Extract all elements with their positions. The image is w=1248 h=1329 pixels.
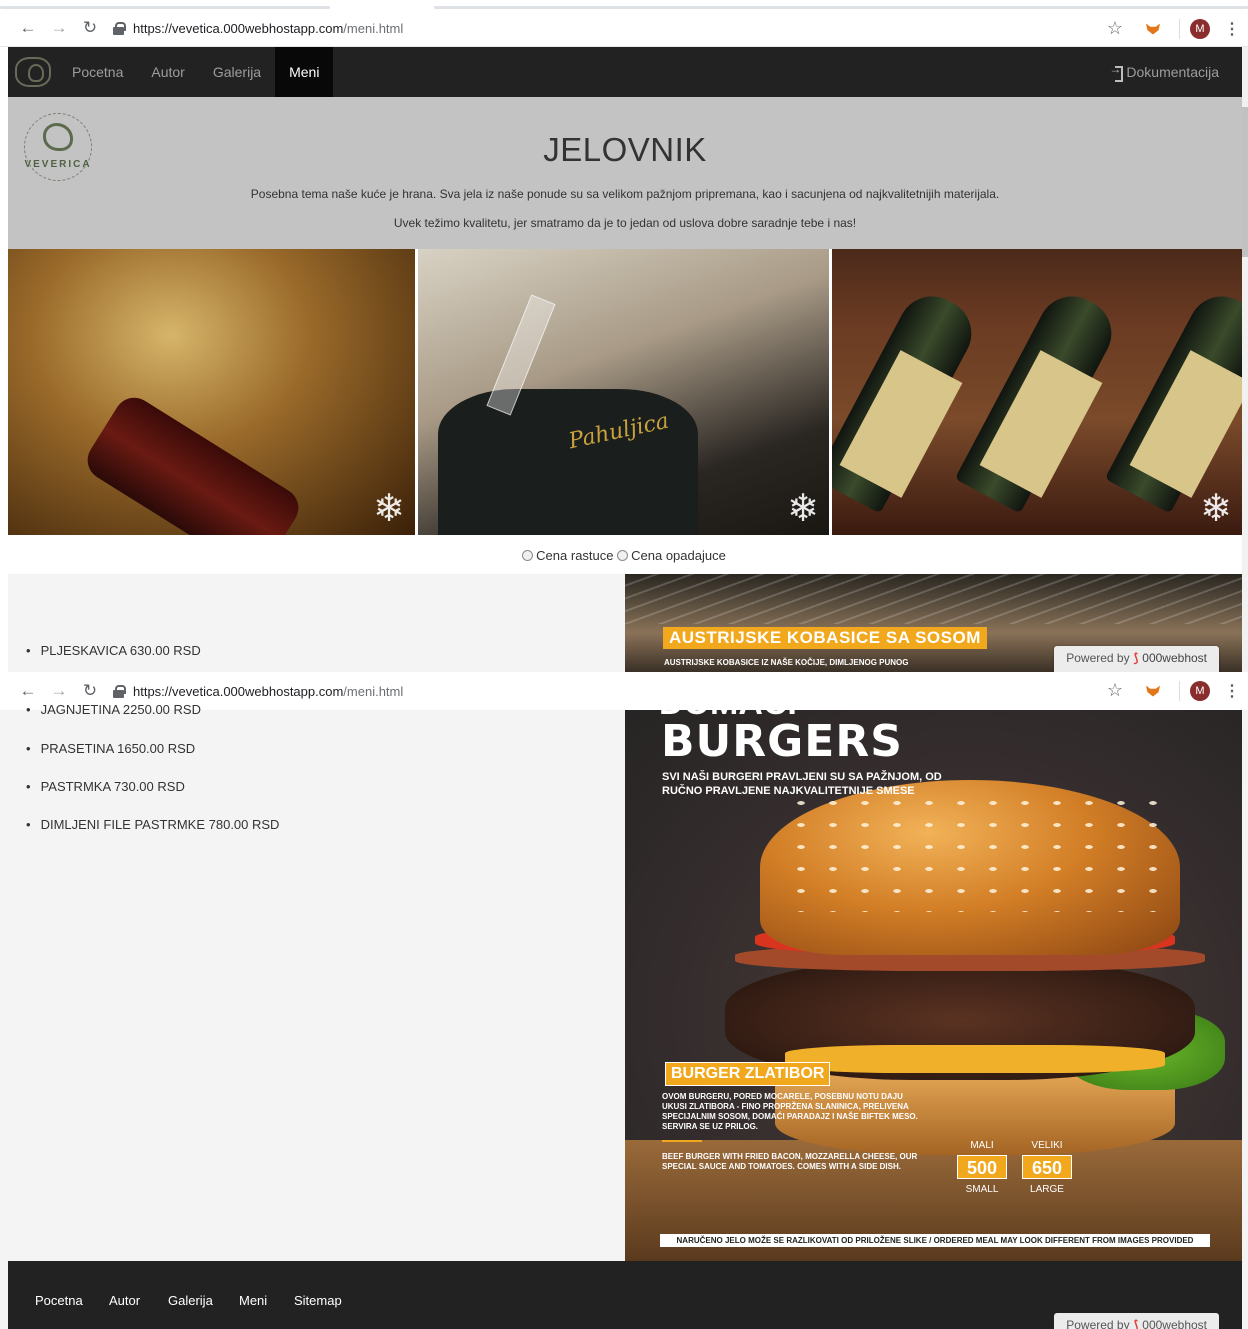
powered-prefix: Powered by	[1066, 651, 1130, 665]
price-sort: Cena rastuce Cena opadajuce	[0, 535, 1248, 575]
scrollbar[interactable]	[1242, 47, 1248, 672]
nav-pocetna[interactable]: Pocetna	[58, 47, 137, 97]
nav-meni[interactable]: Meni	[275, 47, 334, 97]
price-small: 500	[957, 1155, 1007, 1179]
kobasice-title: AUSTRIJSKE KOBASICE SA SOSOM	[663, 627, 987, 649]
site-footer: Pocetna Autor Galerija Meni Sitemap Powe…	[8, 1261, 1242, 1329]
forward-icon[interactable]: →	[48, 17, 70, 39]
url-path: /meni.html	[343, 20, 404, 36]
burger-desc-sr: OVOM BURGERU, PORED MOCARELE, POSEBNU NO…	[662, 1092, 918, 1131]
burger-desc-en: BEEF BURGER WITH FRIED BACON, MOZZARELLA…	[662, 1152, 918, 1171]
lock-icon	[113, 21, 126, 35]
profile-avatar[interactable]: M	[1190, 18, 1210, 39]
kobasice-banner: AUSTRIJSKE KOBASICE SA SOSOM AUSTRIJSKE …	[625, 574, 1242, 672]
menu-item: PASTRMKA 730.00 RSD	[26, 779, 185, 794]
bookmark-star-icon[interactable]: ☆	[1107, 680, 1123, 701]
hero-line-1: Posebna tema naše kuće je hrana. Sva jel…	[250, 187, 1000, 201]
sort-desc-radio[interactable]	[617, 550, 629, 561]
menu-item: DIMLJENI FILE PASTRMKE 780.00 RSD	[26, 817, 280, 832]
sort-desc-label[interactable]: Cena opadajuce	[631, 548, 726, 563]
wine-bottles-photo: ❄	[832, 249, 1242, 535]
burger-name: BURGER ZLATIBOR	[665, 1062, 831, 1086]
footer-pocetna[interactable]: Pocetna	[35, 1293, 83, 1308]
screenshot-top: ← → ↻ https://vevetica.000webhostapp.com…	[0, 0, 1248, 672]
browser-menu-icon[interactable]: ⋮	[1224, 19, 1240, 39]
squirrel-icon	[43, 123, 73, 151]
price-large: 650	[1022, 1155, 1072, 1179]
lock-icon	[113, 684, 126, 698]
reload-icon[interactable]: ↻	[79, 680, 101, 702]
forward-icon[interactable]: →	[48, 680, 70, 702]
size-large-sr: VELIKI	[1031, 1140, 1063, 1151]
metamask-extension-icon[interactable]	[1145, 21, 1161, 37]
url-host: https://vevetica.000webhostapp.com	[133, 683, 344, 699]
veverica-logo: VEVERICA	[16, 107, 100, 191]
footer-sitemap[interactable]: Sitemap	[294, 1293, 342, 1308]
powered-brand: 000webhost	[1142, 1318, 1207, 1329]
nav-dokumentacija[interactable]: Dokumentacija	[1109, 62, 1219, 82]
hero-line-2: Uvek težimo kvalitetu, jer smatramo da j…	[393, 216, 857, 230]
menu-item: JAGNJETINA 2250.00 RSD	[26, 702, 201, 717]
wine-bottle-photo: ❄	[8, 249, 415, 535]
tab-strip	[0, 0, 1248, 10]
footer-meni[interactable]: Meni	[239, 1293, 267, 1308]
url-path: /meni.html	[343, 683, 404, 699]
back-icon[interactable]: ←	[17, 680, 39, 702]
size-large-en: LARGE	[1030, 1184, 1064, 1195]
powered-brand: 000webhost	[1142, 651, 1207, 665]
nav-galerija[interactable]: Galerija	[199, 47, 275, 97]
reload-icon[interactable]: ↻	[79, 17, 101, 39]
menu-section-continued: JAGNJETINA 2250.00 RSD PRASETINA 1650.00…	[8, 702, 1242, 1261]
logo-name: VEVERICA	[24, 159, 92, 170]
url-field[interactable]: https://vevetica.000webhostapp.com/meni.…	[113, 684, 403, 699]
url-host: https://vevetica.000webhostapp.com	[133, 20, 344, 36]
profile-avatar[interactable]: M	[1190, 680, 1210, 701]
kobasice-subtitle: AUSTRIJSKE KOBASICE IZ NAŠE KOČIJE, DIML…	[664, 658, 909, 667]
brand-logo[interactable]	[8, 47, 58, 97]
url-field[interactable]: https://vevetica.000webhostapp.com/meni.…	[113, 21, 403, 36]
page-title: JELOVNIK	[543, 131, 707, 168]
snowflake-icon: ❄	[787, 488, 819, 530]
photo-gallery: ❄ Pahuljica ❄ ❄	[8, 249, 1242, 535]
hero-jumbotron: VEVERICA JELOVNIK Posebna tema naše kuće…	[8, 97, 1242, 249]
burger-banner: DOMACI BURGERS SVI NAŠI BURGERI PRAVLJEN…	[625, 710, 1242, 1261]
metamask-extension-icon[interactable]	[1145, 683, 1161, 699]
size-small-en: SMALL	[965, 1184, 999, 1195]
login-icon	[1109, 62, 1124, 82]
screenshot-bottom: ← → ↻ https://vevetica.000webhostapp.com…	[0, 672, 1248, 1329]
sort-asc-label[interactable]: Cena rastuce	[536, 548, 613, 563]
nav-autor[interactable]: Autor	[137, 47, 198, 97]
snowflake-icon: ❄	[1200, 488, 1232, 530]
footer-galerija[interactable]: Galerija	[168, 1293, 213, 1308]
browser-menu-icon[interactable]: ⋮	[1224, 681, 1240, 701]
size-small-sr: MALI	[970, 1140, 994, 1151]
burger-heading: BURGERS	[661, 716, 903, 767]
rakija-glass-photo: Pahuljica ❄	[418, 249, 829, 535]
bookmark-star-icon[interactable]: ☆	[1107, 18, 1123, 39]
back-icon[interactable]: ←	[17, 17, 39, 39]
menu-section: PLJESKAVICA 630.00 RSD AUSTRIJSKE KOBASI…	[8, 574, 1242, 672]
snowflake-icon: ❄	[373, 488, 405, 530]
powered-prefix: Powered by	[1066, 1318, 1130, 1329]
powered-by-badge[interactable]: Powered by ⟆ 000webhost	[1054, 646, 1219, 672]
footer-autor[interactable]: Autor	[109, 1293, 140, 1308]
site-navbar: Pocetna Autor Galerija Meni Dokumentacij…	[8, 47, 1242, 97]
menu-item: PLJESKAVICA 630.00 RSD	[26, 643, 201, 658]
menu-item: PRASETINA 1650.00 RSD	[26, 741, 196, 756]
powered-by-badge[interactable]: Powered by ⟆ 000webhost	[1054, 1313, 1219, 1329]
dokumentacija-label: Dokumentacija	[1126, 64, 1219, 80]
burger-subheading: SVI NAŠI BURGERI PRAVLJENI SU SA PAŽNJOM…	[662, 771, 942, 797]
sort-asc-radio[interactable]	[522, 550, 534, 561]
address-bar: ← → ↻ https://vevetica.000webhostapp.com…	[0, 10, 1248, 47]
image-disclaimer: NARUČENO JELO MOŽE SE RAZLIKOVATI OD PRI…	[660, 1234, 1210, 1247]
